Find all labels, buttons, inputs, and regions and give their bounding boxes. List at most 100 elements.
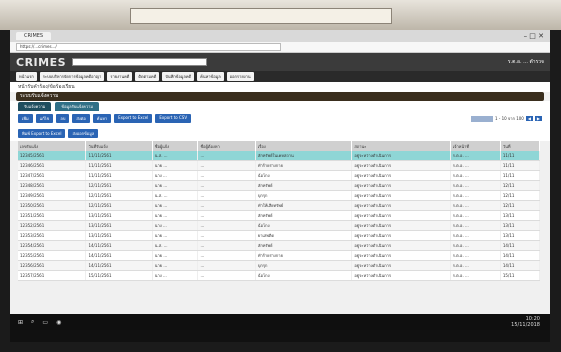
menu-item[interactable]: หน้าแรก xyxy=(16,72,37,81)
table-cell: 15/11/2561 xyxy=(85,270,153,281)
toolbar-button[interactable]: Export to Excel xyxy=(114,114,153,123)
table-row[interactable]: 12354/2561 14/11/2561 น.ส. ...... ลักทรัพย์… xyxy=(18,240,541,251)
table-cell: 12350/2561 xyxy=(18,200,87,211)
table-cell: น.ส. ... xyxy=(152,240,199,251)
search-icon[interactable]: ⌕ xyxy=(31,318,34,326)
column-header[interactable]: สถานะ xyxy=(351,141,451,151)
table-cell: อยู่ระหว่างดำเนินการ xyxy=(351,180,451,191)
table-cell: ฉ้อโกง xyxy=(255,170,353,181)
table-cell: 12346/2561 xyxy=(18,160,87,171)
column-header[interactable]: เรื่อง xyxy=(255,141,353,151)
table-cell: ร.ต.อ. ... xyxy=(450,210,501,221)
toolbar-button[interactable]: ส่งต่อ xyxy=(72,114,90,123)
column-header[interactable]: เลขรับแจ้ง xyxy=(18,141,87,151)
table-cell: น.ส. ... xyxy=(152,151,199,161)
table-cell: อยู่ระหว่างดำเนินการ xyxy=(351,210,451,221)
background-window xyxy=(130,8,392,24)
table-cell: อยู่ระหว่างดำเนินการ xyxy=(351,260,451,271)
table-cell: 11/11 xyxy=(500,151,541,161)
column-header[interactable]: วันที่ xyxy=(500,141,541,151)
table-cell: 14/11/2561 xyxy=(85,260,153,271)
toolbar-button[interactable]: แก้ไข xyxy=(35,114,54,123)
table-row[interactable]: 12353/2561 13/11/2561 นาย ...... ยาเสพติด อย… xyxy=(18,230,541,241)
table-cell: 14/11 xyxy=(500,240,541,251)
column-header[interactable]: เจ้าหน้าที่ xyxy=(450,141,501,151)
table-cell: นาง ... xyxy=(152,170,199,181)
tab-0[interactable]: รับแจ้งความ xyxy=(18,102,52,111)
table-row[interactable]: 12345/2561 11/11/2561 น.ส. ...... ลักทรัพย์… xyxy=(18,151,541,161)
table-cell: ... xyxy=(197,230,256,241)
menu-item[interactable]: ค้นหาข้อมูล xyxy=(197,72,224,81)
column-header[interactable]: ชื่อผู้แจ้ง xyxy=(152,141,199,151)
table-row[interactable]: 12355/2561 14/11/2561 นาย ...... ทำร้ายร่าง… xyxy=(18,250,541,261)
table-row[interactable]: 12352/2561 13/11/2561 นาง ...... ฉ้อโกง อยู่… xyxy=(18,220,541,231)
column-header[interactable]: วันที่รับแจ้ง xyxy=(85,141,153,151)
table-cell: นาย ... xyxy=(152,180,199,191)
table-cell: ลักทรัพย์ xyxy=(255,180,353,191)
table-cell: ฉ้อโกง xyxy=(255,270,353,281)
table-row[interactable]: 12349/2561 12/11/2561 น.ส. ...... บุกรุก อยู… xyxy=(18,190,541,201)
table-cell: ฉ้อโกง xyxy=(255,220,353,231)
table-cell: 13/11/2561 xyxy=(85,230,153,241)
app-logo: CRIMES xyxy=(16,55,67,69)
taskbar-clock[interactable]: 10:20 15/11/2018 xyxy=(511,316,540,328)
clock-date: 15/11/2018 xyxy=(511,322,540,328)
window-controls-icon[interactable]: – □ ✕ xyxy=(524,32,544,40)
url-input[interactable]: https://...crimes.../ xyxy=(16,43,281,51)
menu-item[interactable]: บันทึกข้อมูลคดี xyxy=(162,72,195,81)
table-cell: อยู่ระหว่างดำเนินการ xyxy=(351,160,451,171)
table-cell: อยู่ระหว่างดำเนินการ xyxy=(351,250,451,261)
menu-item[interactable]: ออกรายงาน xyxy=(226,72,254,81)
file-explorer-icon[interactable]: ▭ xyxy=(42,319,48,326)
table-cell: 12345/2561 xyxy=(18,151,87,161)
browser-tab[interactable]: CRIMES xyxy=(16,32,52,40)
prev-page-button[interactable]: ◀ xyxy=(525,116,533,121)
table-row[interactable]: 12350/2561 12/11/2561 นาย ...... ทำให้เสียท… xyxy=(18,200,541,211)
table-row[interactable]: 12356/2561 14/11/2561 นาย ...... บุกรุก อยู่… xyxy=(18,260,541,271)
table-cell: 12356/2561 xyxy=(18,260,87,271)
table-row[interactable]: 12357/2561 15/11/2561 นาง ...... ฉ้อโกง อยู่… xyxy=(18,270,541,281)
table-cell: 13/11/2561 xyxy=(85,210,153,221)
toolbar-button[interactable]: ส่งออกข้อมูล xyxy=(68,129,99,138)
table-cell: ... xyxy=(197,210,256,221)
tab-1[interactable]: ข้อมูลรับแจ้งความ xyxy=(55,102,99,111)
user-info[interactable]: ร.ต.อ. ... ตำรวจ xyxy=(508,58,544,66)
table-cell: 14/11 xyxy=(500,260,541,271)
browser-window: CRIMES – □ ✕ https://...crimes.../ CRIME… xyxy=(10,30,550,314)
menu-item[interactable]: ติดตามคดี xyxy=(135,72,160,81)
table-row[interactable]: 12347/2561 11/11/2561 นาง ...... ฉ้อโกง อยู่… xyxy=(18,170,541,181)
table-cell: 11/11 xyxy=(500,170,541,181)
next-page-button[interactable]: ▶ xyxy=(534,116,542,121)
table-cell: 12/11/2561 xyxy=(85,180,153,191)
column-header[interactable]: ชื่อผู้ต้องหา xyxy=(197,141,256,151)
toolbar-button[interactable]: ลบ xyxy=(56,114,70,123)
section-header: ระบบรับแจ้งความ xyxy=(16,92,544,101)
table-cell: นาง ... xyxy=(152,270,199,281)
table-cell: 12/11 xyxy=(500,180,541,191)
table-cell: ร.ต.อ. ... xyxy=(450,230,501,241)
table-cell: 12354/2561 xyxy=(18,240,87,251)
menu-item[interactable]: รายงานคดี xyxy=(107,72,133,81)
toolbar-button[interactable]: ค้นหา xyxy=(92,114,112,123)
toolbar-button[interactable]: Export to CSV xyxy=(155,114,192,123)
menu-item[interactable]: ระบบบริหารจัดการข้อมูลคดีอาญา xyxy=(39,72,105,81)
table-row[interactable]: 12346/2561 11/11/2561 นาย ...... ทำร้ายร่าง… xyxy=(18,160,541,171)
page-size-select[interactable] xyxy=(471,115,494,122)
table-cell: 12348/2561 xyxy=(18,180,87,191)
toolbar-button[interactable]: พิมพ์ Export to Excel xyxy=(18,129,66,138)
browser-icon[interactable]: ◉ xyxy=(56,319,61,326)
table-row[interactable]: 12351/2561 13/11/2561 นาย ...... ลักทรัพย์อ… xyxy=(18,210,541,221)
table-cell: 13/11 xyxy=(500,210,541,221)
table-cell: บุกรุก xyxy=(255,260,353,271)
table-cell: ลักทรัพย์ xyxy=(255,210,353,221)
table-row[interactable]: 12348/2561 12/11/2561 นาย ...... ลักทรัพย์อ… xyxy=(18,180,541,191)
table-cell: 12/11/2561 xyxy=(85,200,153,211)
toolbar-button[interactable]: เพิ่ม xyxy=(18,114,33,123)
table-cell: ลักทรัพย์ xyxy=(255,240,353,251)
search-input[interactable] xyxy=(72,58,208,66)
table-cell: นาย ... xyxy=(152,230,199,241)
table-cell: ร.ต.อ. ... xyxy=(450,270,501,281)
table-cell: อยู่ระหว่างดำเนินการ xyxy=(351,190,451,201)
start-icon[interactable]: ⊞ xyxy=(18,319,23,326)
table-cell: นาย ... xyxy=(152,160,199,171)
